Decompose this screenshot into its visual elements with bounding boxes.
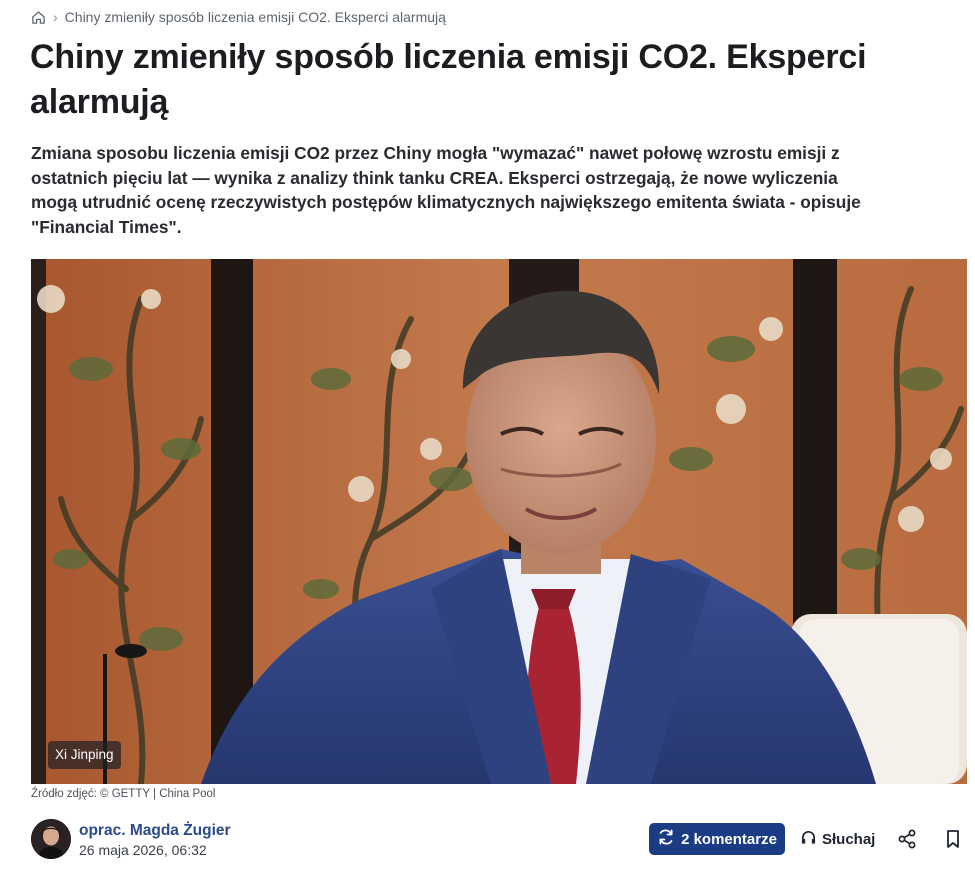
comments-button[interactable]: 2 komentarze: [649, 823, 785, 855]
author-name-link[interactable]: oprac. Magda Żugier: [79, 822, 231, 840]
breadcrumb-separator: ›: [53, 9, 58, 25]
headphones-icon: [800, 829, 817, 850]
avatar[interactable]: [31, 819, 71, 859]
publish-date: 26 maja 2026, 06:32: [79, 842, 207, 858]
listen-label: Słuchaj: [822, 830, 876, 848]
bookmark-icon[interactable]: [943, 828, 963, 850]
article-lead: Zmiana sposobu liczenia emisji CO2 przez…: [31, 143, 861, 237]
photo-source: Źródło zdjęć: © GETTY | China Pool: [31, 788, 216, 800]
photo-caption-tag: Xi Jinping: [48, 741, 121, 769]
share-icon[interactable]: [896, 828, 918, 850]
comments-label: 2 komentarze: [681, 830, 777, 848]
article-photo: [31, 259, 967, 784]
listen-button[interactable]: Słuchaj: [800, 823, 875, 855]
page-title: Chiny zmieniły sposób liczenia emisji CO…: [30, 38, 867, 121]
home-icon[interactable]: [31, 10, 46, 25]
breadcrumb-current: Chiny zmieniły sposób liczenia emisji CO…: [64, 9, 446, 25]
breadcrumb: › Chiny zmieniły sposób liczenia emisji …: [31, 8, 446, 26]
comments-icon: [657, 828, 675, 850]
